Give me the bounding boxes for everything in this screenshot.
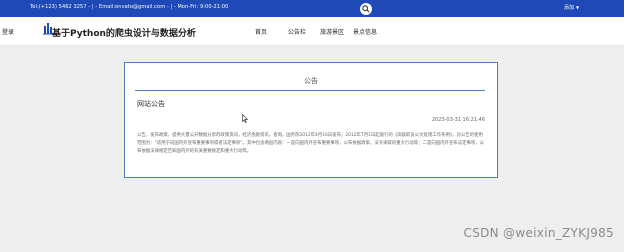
- announcement-panel: 公告 网站公告 2023-03-31 16:21:46 公告。发布政策，提供大量…: [124, 62, 498, 178]
- search-button[interactable]: [360, 3, 372, 15]
- announcement-subtitle: 网站公告: [137, 100, 165, 108]
- user-menu[interactable]: 添加 ▼: [564, 4, 579, 11]
- site-header: 登录 基于Python的爬虫设计与数据分析 首页 公告栏 旅游景区 景点信息: [0, 17, 624, 46]
- chevron-down-icon: ▼: [576, 5, 580, 10]
- nav-item-notices[interactable]: 公告栏: [288, 27, 306, 36]
- nav-item-attractions[interactable]: 景点信息: [353, 27, 377, 36]
- user-menu-label: 添加: [564, 5, 575, 11]
- announcement-body: 公告。发布政策，提供大量公开数据分享的政策资讯，经济金融资讯，查询。国务院201…: [137, 133, 485, 154]
- nav-item-scenic-areas[interactable]: 旅游景区: [320, 27, 344, 36]
- panel-title: 公告: [304, 77, 318, 85]
- announcement-date: 2023-03-31 16:21:46: [431, 117, 485, 123]
- title-divider: [135, 90, 485, 91]
- nav-item-home[interactable]: 首页: [255, 27, 267, 36]
- watermark: CSDN @weixin_ZYKJ985: [463, 226, 614, 240]
- login-link[interactable]: 登录: [2, 27, 14, 36]
- contact-info: Tel:(+123) 5462 3257 - | - Email:envato@…: [30, 4, 229, 10]
- site-title: 基于Python的爬虫设计与数据分析: [52, 29, 196, 39]
- mouse-cursor-icon: [242, 114, 248, 123]
- search-icon: [362, 5, 370, 13]
- top-info-bar: Tel:(+123) 5462 3257 - | - Email:envato@…: [0, 0, 624, 17]
